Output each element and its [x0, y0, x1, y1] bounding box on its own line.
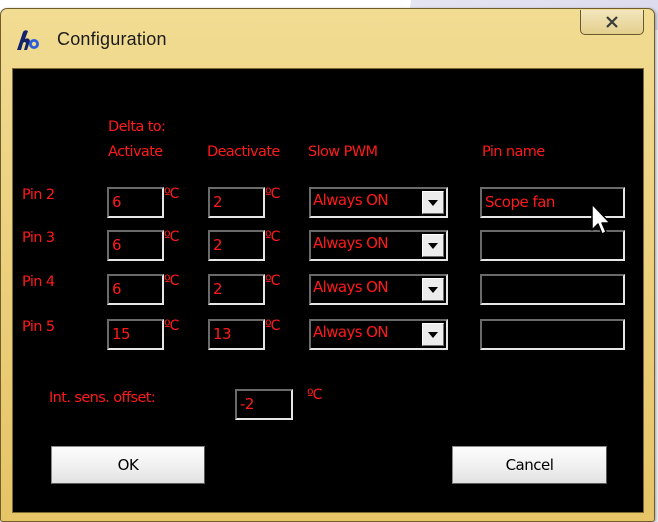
- deactivate-input[interactable]: 2: [208, 230, 265, 261]
- offset-unit-label: ºC: [307, 387, 322, 403]
- slow-pwm-value: Always ON: [313, 278, 389, 296]
- activate-input[interactable]: 15: [107, 319, 164, 350]
- cancel-button[interactable]: Cancel: [452, 446, 607, 484]
- slow-pwm-select[interactable]: Always ON: [309, 230, 448, 261]
- slow-pwm-select[interactable]: Always ON: [309, 274, 448, 305]
- activate-input[interactable]: 6: [107, 230, 164, 261]
- dialog-client-area: Delta to: Activate Deactivate Slow PWM P…: [12, 68, 644, 513]
- configuration-dialog: Configuration Delta to: Activate Deactiv…: [0, 8, 655, 522]
- pin-name-input[interactable]: [480, 319, 625, 350]
- chevron-down-icon[interactable]: [422, 191, 444, 214]
- activate-input[interactable]: 6: [107, 187, 164, 218]
- deactivate-input[interactable]: 2: [208, 274, 265, 305]
- unit-label: ºC: [164, 273, 179, 289]
- pin-name-input[interactable]: [480, 274, 625, 305]
- slow-pwm-select[interactable]: Always ON: [309, 319, 448, 350]
- pin-label: Pin 3: [22, 230, 55, 246]
- pin-label: Pin 5: [22, 319, 55, 335]
- unit-label: ºC: [164, 186, 179, 202]
- activate-header: Activate: [108, 144, 163, 160]
- unit-label: ºC: [265, 229, 280, 245]
- unit-label: ºC: [164, 229, 179, 245]
- chevron-down-icon[interactable]: [422, 234, 444, 257]
- delta-to-label: Delta to:: [108, 119, 166, 135]
- unit-label: ºC: [164, 318, 179, 334]
- mouse-cursor-icon: [591, 203, 611, 235]
- slow-pwm-value: Always ON: [313, 323, 389, 341]
- title-bar[interactable]: Configuration: [1, 9, 654, 65]
- slow-pwm-select[interactable]: Always ON: [309, 187, 448, 218]
- deactivate-header: Deactivate: [207, 144, 280, 160]
- window-title: Configuration: [57, 29, 167, 49]
- chevron-down-icon[interactable]: [422, 323, 444, 346]
- slow-pwm-header: Slow PWM: [308, 144, 378, 160]
- offset-label: Int. sens. offset:: [49, 390, 156, 406]
- deactivate-input[interactable]: 13: [208, 319, 265, 350]
- close-icon: [606, 16, 618, 28]
- offset-input[interactable]: -2: [235, 389, 293, 420]
- unit-label: ºC: [265, 273, 280, 289]
- close-button[interactable]: [580, 10, 644, 35]
- pin-label: Pin 2: [22, 187, 55, 203]
- slow-pwm-value: Always ON: [313, 234, 389, 252]
- deactivate-input[interactable]: 2: [208, 187, 265, 218]
- ok-button[interactable]: OK: [51, 446, 205, 484]
- slow-pwm-value: Always ON: [313, 191, 389, 209]
- activate-input[interactable]: 6: [107, 274, 164, 305]
- pin-label: Pin 4: [22, 274, 55, 290]
- unit-label: ºC: [265, 186, 280, 202]
- unit-label: ºC: [265, 318, 280, 334]
- chevron-down-icon[interactable]: [422, 278, 444, 301]
- app-icon: [17, 30, 39, 50]
- pin-name-header: Pin name: [482, 144, 545, 160]
